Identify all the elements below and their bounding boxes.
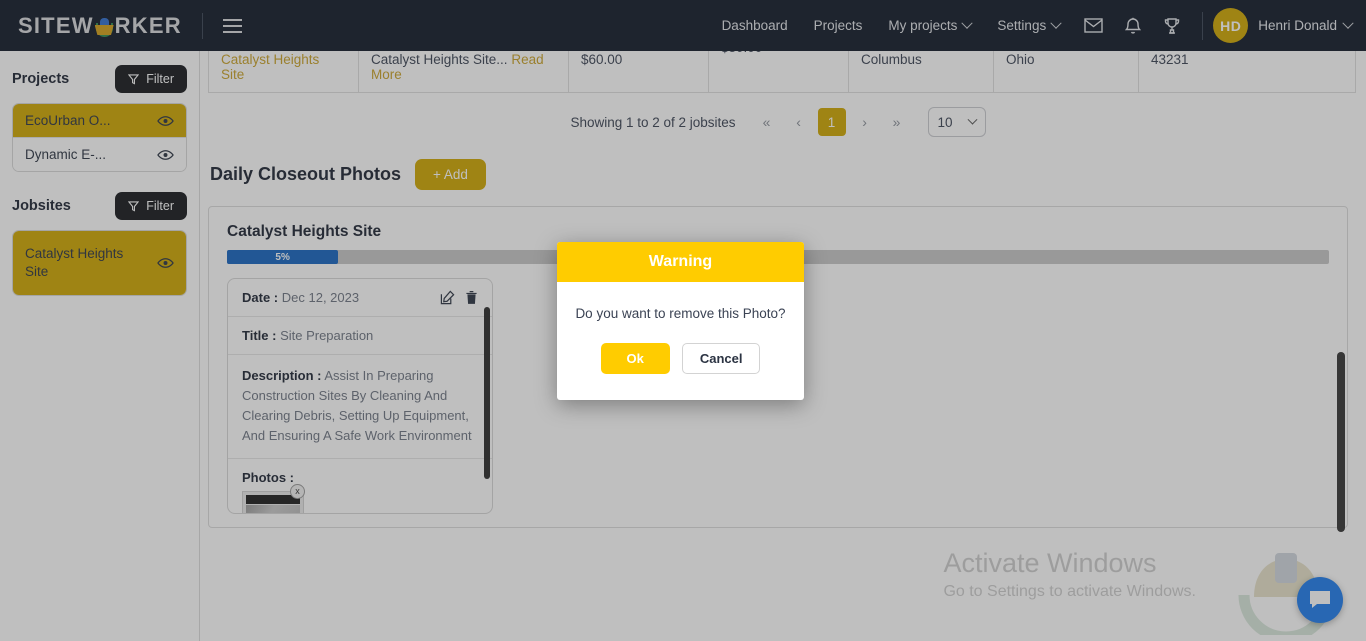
modal-message: Do you want to remove this Photo? <box>575 306 786 321</box>
modal-title: Warning <box>557 242 804 282</box>
modal-ok-button[interactable]: Ok <box>600 343 670 374</box>
modal-cancel-button[interactable]: Cancel <box>681 343 761 374</box>
warning-modal: Warning Do you want to remove this Photo… <box>557 242 804 400</box>
modal-actions: Ok Cancel <box>557 343 804 400</box>
